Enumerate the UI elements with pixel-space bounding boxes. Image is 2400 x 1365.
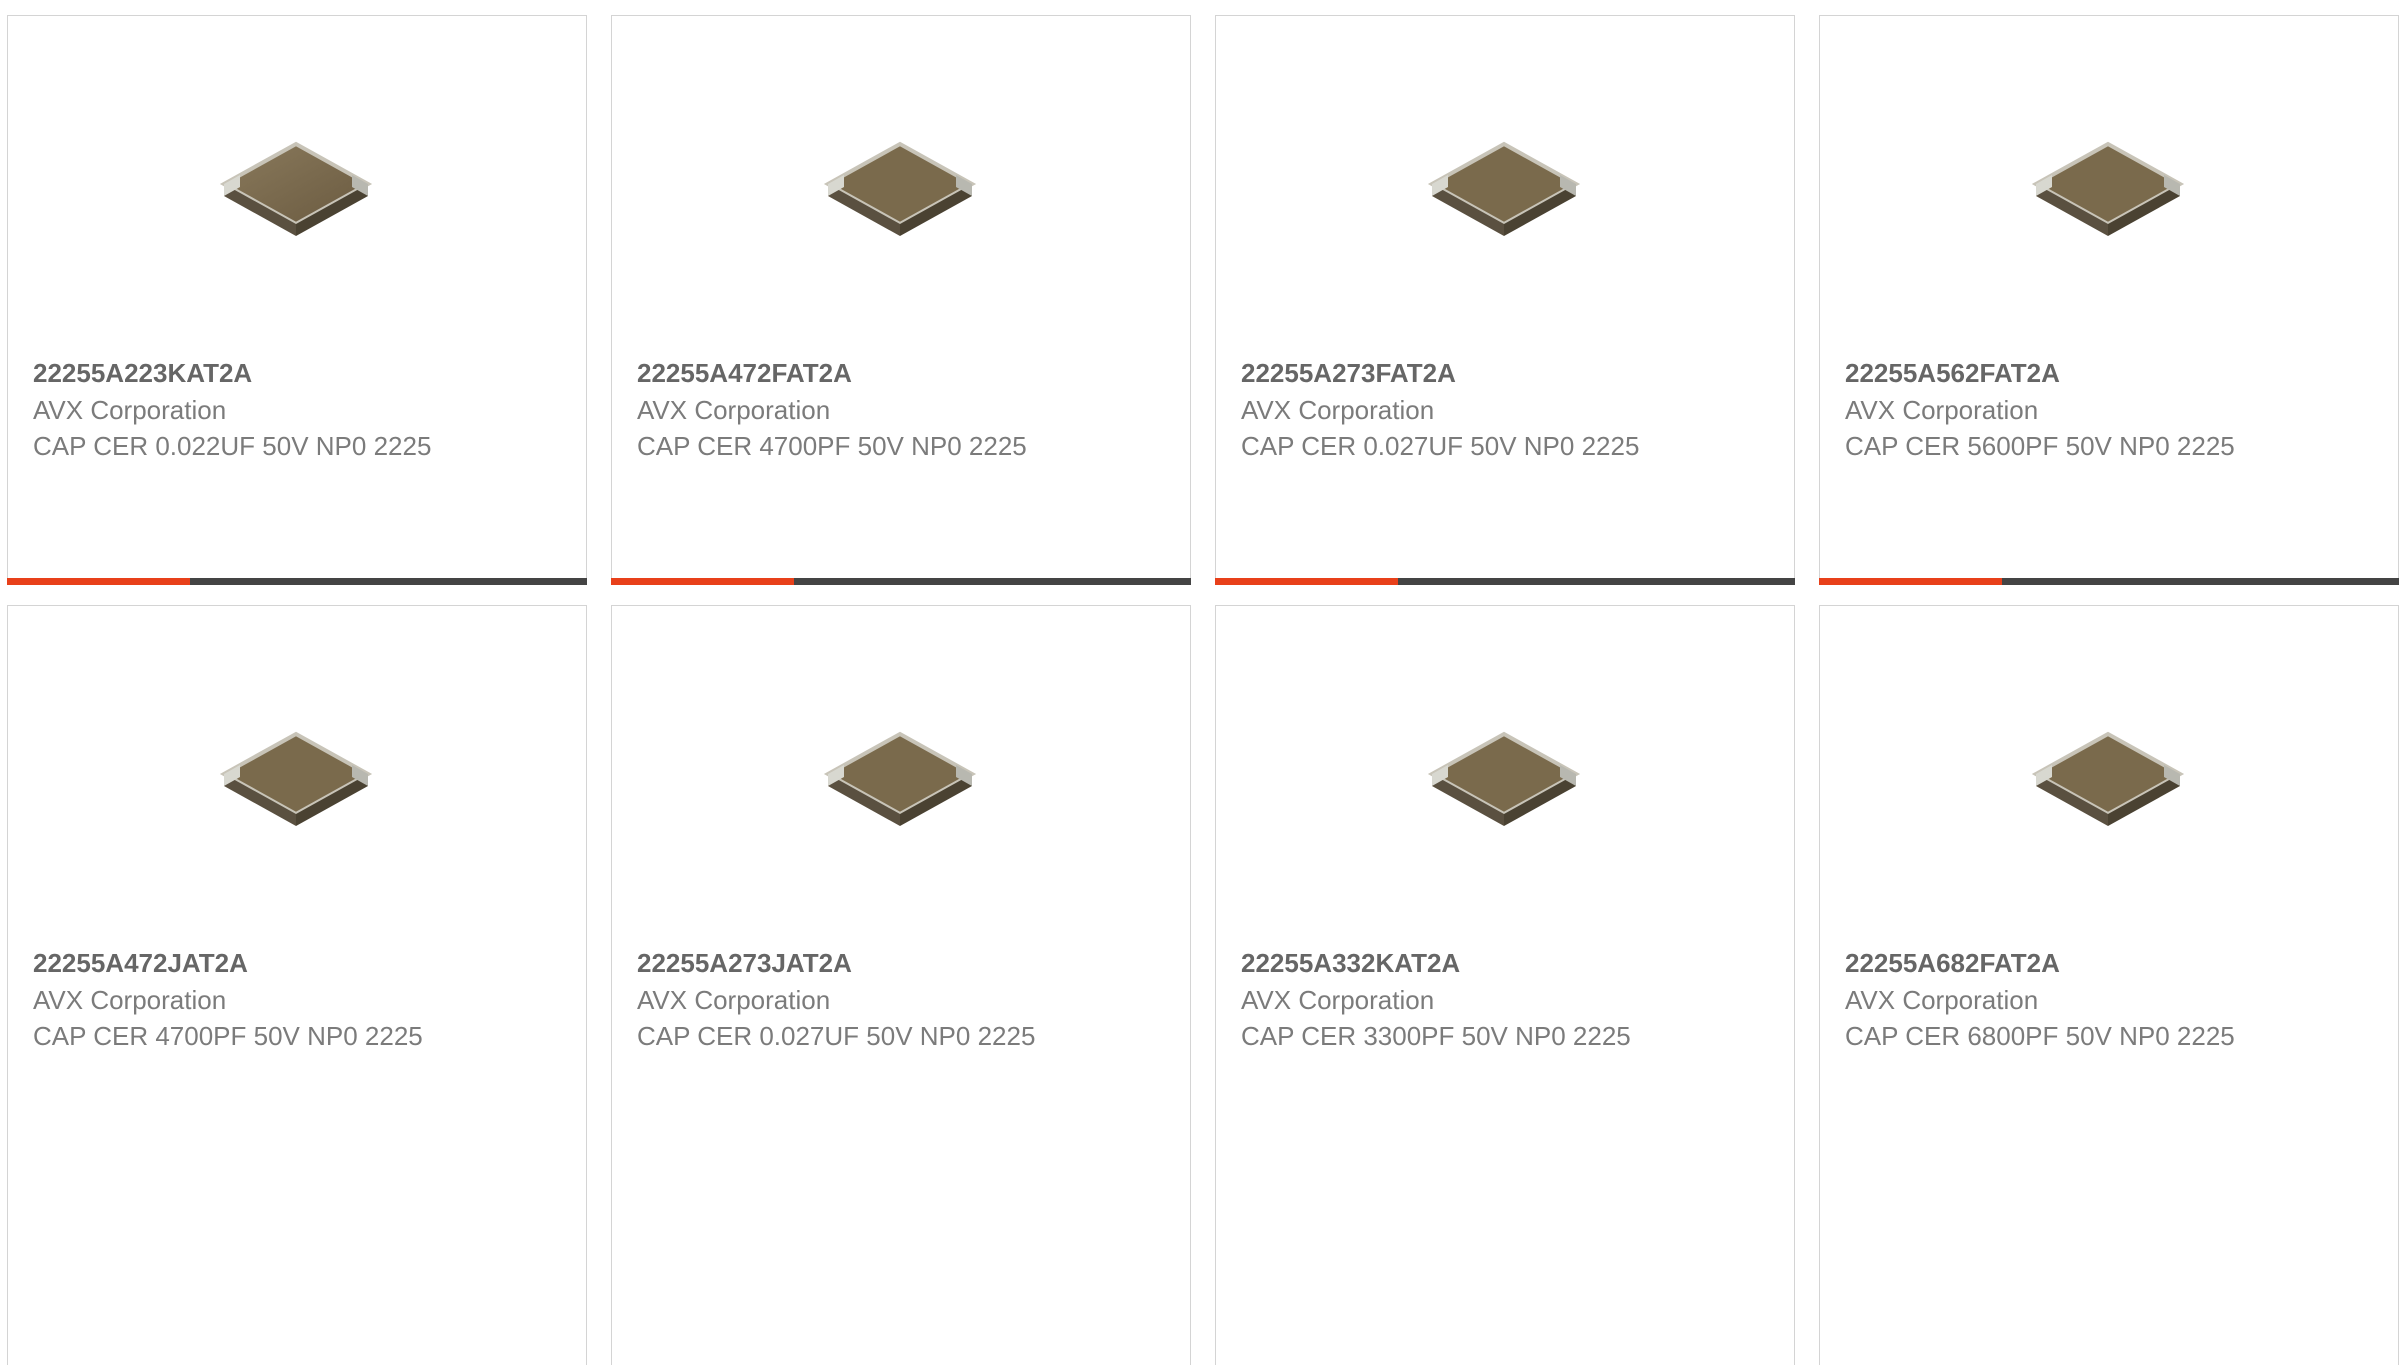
product-card[interactable]: 22255A562FAT2A AVX Corporation CAP CER 5… [1819, 15, 2399, 585]
part-number[interactable]: 22255A472FAT2A [637, 354, 1057, 392]
ceramic-capacitor-chip-icon [219, 731, 373, 826]
product-image[interactable] [2008, 674, 2208, 874]
manufacturer: AVX Corporation [1845, 985, 2039, 1015]
manufacturer: AVX Corporation [637, 395, 831, 425]
manufacturer: AVX Corporation [637, 985, 831, 1015]
product-description: CAP CER 6800PF 50V NP0 2225 [1845, 1021, 2235, 1051]
manufacturer: AVX Corporation [1241, 395, 1435, 425]
product-image[interactable] [196, 674, 396, 874]
product-card[interactable]: 22255A332KAT2A AVX Corporation CAP CER 3… [1215, 605, 1795, 1365]
product-card[interactable]: 22255A682FAT2A AVX Corporation CAP CER 6… [1819, 605, 2399, 1365]
part-number[interactable]: 22255A682FAT2A [1845, 944, 2265, 982]
card-accent-bar [611, 578, 1191, 585]
product-description: CAP CER 0.027UF 50V NP0 2225 [1241, 431, 1640, 461]
product-description: CAP CER 3300PF 50V NP0 2225 [1241, 1021, 1631, 1051]
part-number[interactable]: 22255A273FAT2A [1241, 354, 1661, 392]
product-description: CAP CER 0.022UF 50V NP0 2225 [33, 431, 432, 461]
product-description: CAP CER 4700PF 50V NP0 2225 [33, 1021, 423, 1051]
product-image[interactable] [800, 674, 1000, 874]
part-number[interactable]: 22255A273JAT2A [637, 944, 1057, 982]
product-image[interactable] [800, 84, 1000, 284]
ceramic-capacitor-chip-icon [2031, 141, 2185, 236]
ceramic-capacitor-chip-icon [823, 731, 977, 826]
card-accent-bar [1819, 578, 2399, 585]
manufacturer: AVX Corporation [33, 985, 227, 1015]
manufacturer: AVX Corporation [33, 395, 227, 425]
product-image[interactable] [2008, 84, 2208, 284]
manufacturer: AVX Corporation [1845, 395, 2039, 425]
product-card[interactable]: 22255A472FAT2A AVX Corporation CAP CER 4… [611, 15, 1191, 585]
ceramic-capacitor-chip-icon [823, 141, 977, 236]
part-number[interactable]: 22255A223KAT2A [33, 354, 453, 392]
ceramic-capacitor-chip-icon [2031, 731, 2185, 826]
product-image[interactable] [196, 84, 396, 284]
part-number[interactable]: 22255A472JAT2A [33, 944, 453, 982]
ceramic-capacitor-chip-icon [219, 141, 373, 236]
card-accent-bar [1215, 578, 1795, 585]
product-card[interactable]: 22255A273JAT2A AVX Corporation CAP CER 0… [611, 605, 1191, 1365]
product-card[interactable]: 22255A223KAT2A AVX Corporation CAP CER 0… [7, 15, 587, 585]
product-card[interactable]: 22255A472JAT2A AVX Corporation CAP CER 4… [7, 605, 587, 1365]
product-image[interactable] [1404, 84, 1604, 284]
ceramic-capacitor-chip-icon [1427, 141, 1581, 236]
ceramic-capacitor-chip-icon [1427, 731, 1581, 826]
card-accent-bar [7, 578, 587, 585]
product-image[interactable] [1404, 674, 1604, 874]
product-grid: 22255A223KAT2A AVX Corporation CAP CER 0… [7, 15, 2400, 1365]
part-number[interactable]: 22255A332KAT2A [1241, 944, 1661, 982]
product-description: CAP CER 4700PF 50V NP0 2225 [637, 431, 1027, 461]
manufacturer: AVX Corporation [1241, 985, 1435, 1015]
product-description: CAP CER 5600PF 50V NP0 2225 [1845, 431, 2235, 461]
part-number[interactable]: 22255A562FAT2A [1845, 354, 2265, 392]
product-card[interactable]: 22255A273FAT2A AVX Corporation CAP CER 0… [1215, 15, 1795, 585]
product-description: CAP CER 0.027UF 50V NP0 2225 [637, 1021, 1036, 1051]
